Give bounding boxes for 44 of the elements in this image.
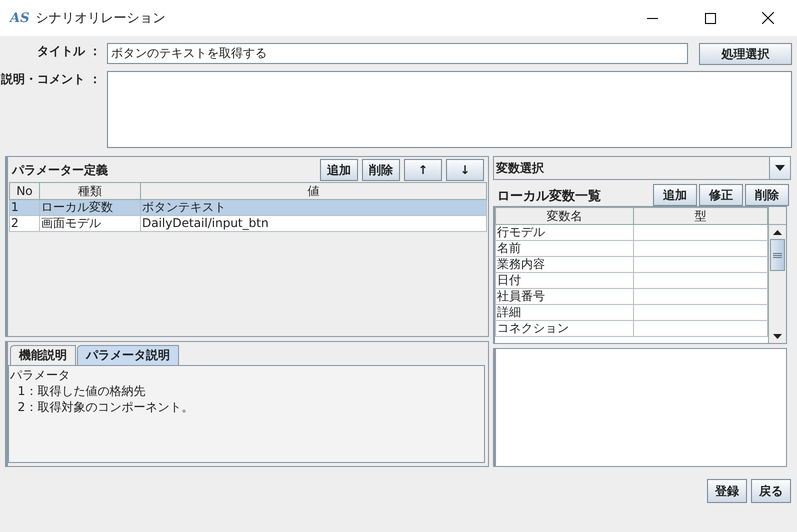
column-header[interactable]: 変数名 bbox=[496, 208, 634, 224]
table-cell[interactable]: 行モデル bbox=[496, 224, 634, 240]
add-button[interactable]: 追加 bbox=[320, 159, 358, 181]
column-header[interactable]: 種類 bbox=[40, 182, 140, 200]
comment-label: 説明・コメント ： bbox=[0, 71, 102, 88]
table-cell[interactable]: コネクション bbox=[496, 320, 634, 336]
variable-dropdown[interactable]: 変数選択 bbox=[493, 156, 791, 180]
column-header[interactable]: 値 bbox=[140, 182, 486, 200]
help-text: パラメータ 1：取得した値の格納先 2：取得対象のコンポーネント。 bbox=[8, 365, 485, 463]
maximize-icon bbox=[704, 12, 716, 24]
table-cell[interactable]: 詳細 bbox=[496, 304, 634, 320]
scroll-down-icon bbox=[773, 334, 782, 338]
table-cell: ローカル変数 bbox=[40, 200, 140, 216]
add-button[interactable]: 追加 bbox=[653, 184, 697, 206]
title-field[interactable]: ボタンのテキストを取得する bbox=[107, 43, 688, 64]
window-title: シナリオリレーション bbox=[35, 10, 166, 27]
process-select-button[interactable]: 処理選択 bbox=[699, 43, 792, 65]
grip-icon bbox=[773, 252, 782, 258]
table-cell[interactable]: 日付 bbox=[496, 272, 634, 288]
table-cell[interactable]: 名前 bbox=[496, 240, 634, 256]
table-cell[interactable]: 社員番号 bbox=[496, 288, 634, 304]
close-icon bbox=[762, 12, 774, 24]
scroll-up-icon bbox=[773, 230, 782, 234]
tab[interactable]: パラメータ説明 bbox=[77, 345, 179, 365]
table-cell: ボタンテキスト bbox=[140, 200, 486, 216]
delete-button[interactable]: 削除 bbox=[745, 184, 789, 206]
app-logo: AS bbox=[10, 10, 30, 26]
delete-button[interactable]: 削除 bbox=[362, 159, 400, 181]
dropdown-arrow-icon bbox=[775, 165, 785, 171]
scrollbar[interactable] bbox=[768, 207, 786, 343]
column-header[interactable]: 型 bbox=[634, 208, 768, 224]
comment-field[interactable] bbox=[107, 71, 792, 148]
edit-button[interactable]: 修正 bbox=[699, 184, 743, 206]
move-up-button[interactable]: ↑ bbox=[404, 159, 442, 181]
title-label: タイトル ： bbox=[36, 43, 102, 60]
column-header[interactable]: No bbox=[10, 182, 40, 200]
variable-list-title: ローカル変数一覧 bbox=[496, 188, 602, 206]
table-cell[interactable]: 1 bbox=[10, 200, 40, 216]
tab[interactable]: 機能説明 bbox=[10, 345, 76, 365]
move-down-button[interactable]: ↓ bbox=[446, 159, 484, 181]
parameter-title: パラメーター定義 bbox=[10, 162, 109, 179]
table-cell[interactable]: 業務内容 bbox=[496, 256, 634, 272]
back-button[interactable]: 戻る bbox=[751, 479, 791, 503]
register-button[interactable]: 登録 bbox=[707, 479, 747, 503]
